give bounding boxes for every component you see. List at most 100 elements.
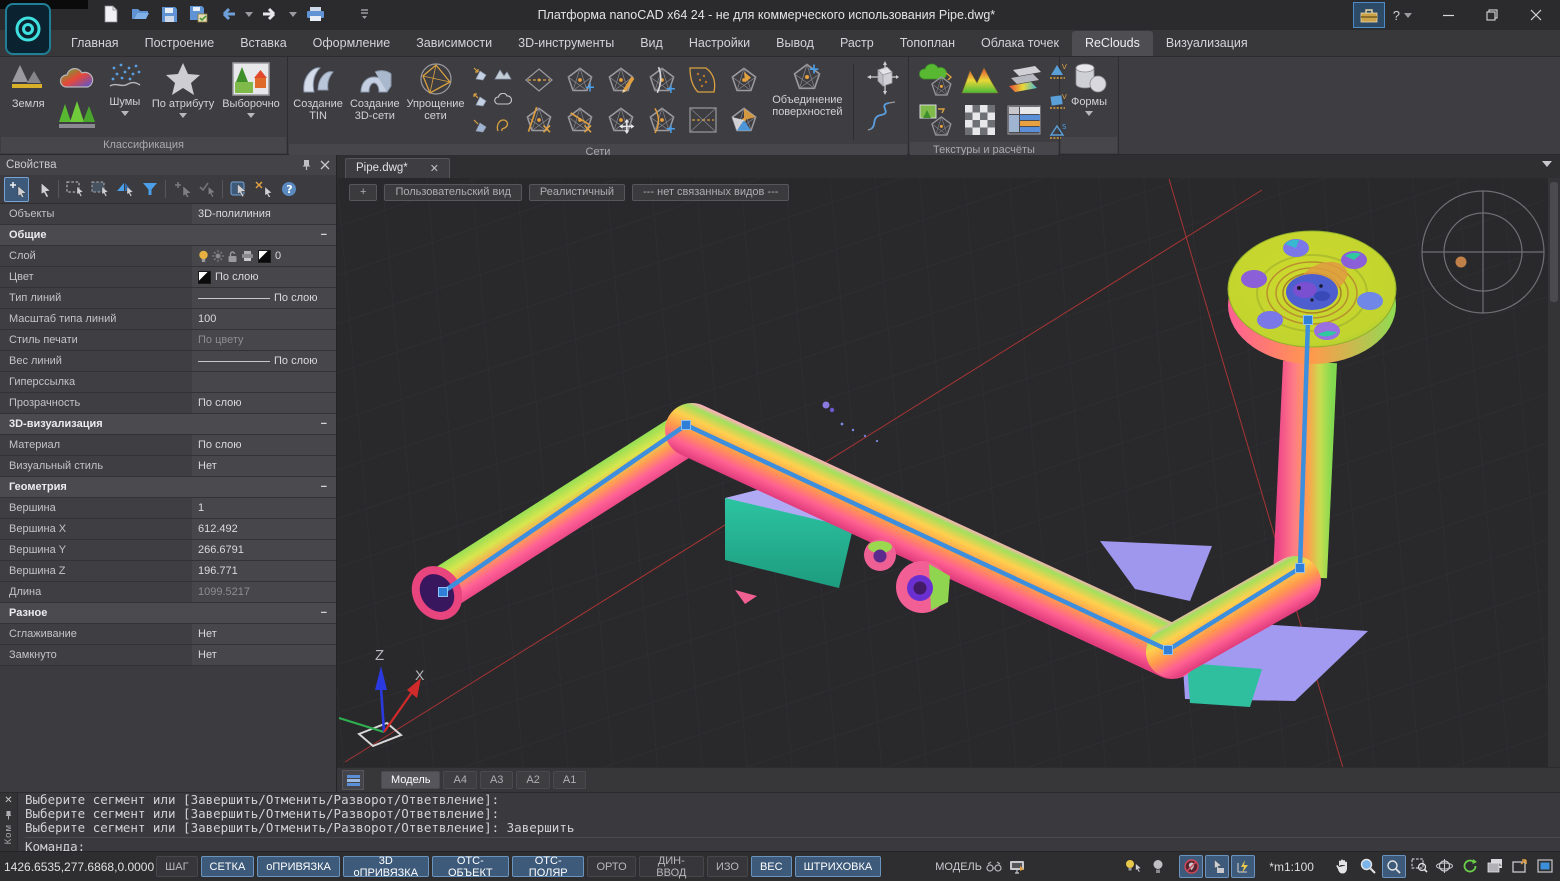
viewport-control-button[interactable]: --- нет связанных видов ---: [632, 184, 789, 201]
zoom-selection-button[interactable]: [1409, 855, 1431, 876]
property-value[interactable]: 0: [192, 246, 336, 266]
property-row[interactable]: Слой 0: [0, 246, 336, 267]
property-value[interactable]: Нет: [192, 645, 336, 665]
group-label-classification[interactable]: Классификация: [1, 137, 286, 153]
tab-list-chevron-icon[interactable]: [1542, 161, 1552, 167]
compass-orbit-dot[interactable]: [1456, 256, 1467, 267]
property-value[interactable]: 612.492: [192, 519, 336, 539]
ribbon-tab[interactable]: ReClouds: [1072, 31, 1153, 56]
layer-state-icons[interactable]: [198, 250, 254, 263]
property-row[interactable]: Гиперссылка: [0, 372, 336, 393]
volume-table-button[interactable]: [1002, 100, 1046, 140]
undo-button[interactable]: [216, 3, 238, 25]
status-toggle[interactable]: ШТРИХОВКА: [795, 856, 882, 877]
property-row[interactable]: Разное −: [0, 603, 336, 624]
mesh-insert-face-button[interactable]: +: [642, 100, 682, 139]
noise-button[interactable]: Шумы: [103, 60, 146, 116]
open-file-button[interactable]: [129, 3, 151, 25]
layout-tab[interactable]: A2: [516, 771, 549, 789]
property-row[interactable]: Сглаживание Нет: [0, 624, 336, 645]
quick-select-button[interactable]: [113, 178, 136, 201]
new-file-button[interactable]: [100, 3, 122, 25]
property-value[interactable]: 3D-полилиния: [192, 204, 336, 224]
mesh-edit-button[interactable]: [601, 60, 641, 99]
ribbon-tab[interactable]: Облака точек: [968, 31, 1072, 56]
layout-tab[interactable]: A3: [480, 771, 513, 789]
zoom-window-button[interactable]: [1382, 855, 1406, 878]
status-toggle[interactable]: ШАГ: [156, 856, 197, 877]
close-panel-button[interactable]: [320, 160, 330, 170]
property-row[interactable]: Вес линий По слою: [0, 351, 336, 372]
space-mode-label[interactable]: МОДЕЛЬ: [935, 861, 982, 873]
surface-peaks-button[interactable]: [492, 60, 514, 86]
ribbon-tab[interactable]: Растр: [827, 31, 887, 56]
mesh-move-vertex-button[interactable]: [601, 100, 641, 139]
property-row[interactable]: Объекты 3D-полилиния: [0, 204, 336, 225]
annotation-monitor-button[interactable]: [1007, 856, 1028, 877]
image-to-mesh-button[interactable]: [914, 100, 958, 140]
print-button[interactable]: [304, 3, 326, 25]
elevation-map-button[interactable]: [958, 60, 1002, 100]
cloud-to-mesh-button[interactable]: [914, 60, 958, 100]
nanocad-logo[interactable]: [5, 3, 51, 55]
scrollbar-thumb[interactable]: [1550, 182, 1558, 302]
select-crossing-button[interactable]: [88, 178, 111, 201]
property-row[interactable]: Прозрачность По слою: [0, 393, 336, 414]
status-toggle[interactable]: оПРИВЯЗКА: [257, 856, 340, 877]
shapes-button[interactable]: Формы: [1065, 60, 1113, 116]
property-value[interactable]: По слою: [192, 267, 336, 287]
ribbon-tab[interactable]: Построение: [132, 31, 228, 56]
property-value[interactable]: 1099.5217: [192, 582, 336, 602]
merge-surfaces-button[interactable]: + Объединение поверхностей: [769, 60, 847, 118]
property-value[interactable]: [192, 372, 336, 392]
apply-disabled-button[interactable]: [195, 178, 218, 201]
selection-filter-button[interactable]: [138, 178, 161, 201]
layout-list-button[interactable]: [342, 770, 364, 790]
earth-button[interactable]: Земля: [5, 60, 51, 110]
command-close-icon[interactable]: ✕: [4, 796, 12, 806]
annotation-scale[interactable]: *m1:100: [1269, 860, 1314, 874]
restore-button[interactable]: [1470, 1, 1514, 29]
ribbon-tab[interactable]: Зависимости: [403, 31, 505, 56]
ribbon-tab[interactable]: Оформление: [300, 31, 404, 56]
select-button[interactable]: [31, 178, 54, 201]
section-collapse-toggle[interactable]: −: [321, 225, 336, 245]
property-row[interactable]: 3D-визуализация −: [0, 414, 336, 435]
add-selected-disabled-button[interactable]: [170, 178, 193, 201]
ribbon-tab[interactable]: Визуализация: [1153, 31, 1261, 56]
by-attribute-button[interactable]: По атрибуту: [151, 60, 215, 118]
checker-texture-button[interactable]: [958, 100, 1002, 140]
property-value[interactable]: 1: [192, 498, 336, 518]
mesh-3d-move-button[interactable]: [861, 60, 903, 96]
mesh-delete-face-button[interactable]: ×: [560, 100, 600, 139]
ribbon-tab[interactable]: Топоплан: [887, 31, 968, 56]
selective-button[interactable]: Выборочно: [220, 60, 282, 118]
quick-polyline-button[interactable]: [1231, 855, 1255, 878]
property-value[interactable]: 266.6791: [192, 540, 336, 560]
status-toggle[interactable]: ДИН-ВВОД: [639, 856, 704, 877]
property-row[interactable]: Масштаб типа линий 100: [0, 309, 336, 330]
property-row[interactable]: Общие −: [0, 225, 336, 246]
ribbon-tab[interactable]: Главная: [58, 31, 132, 56]
property-value[interactable]: Нет: [192, 456, 336, 476]
vegetation-button[interactable]: [56, 98, 98, 134]
section-collapse-toggle[interactable]: −: [321, 414, 336, 434]
viewport-control-button[interactable]: Реалистичный: [529, 184, 625, 201]
mesh-add-break-line-button[interactable]: +: [642, 60, 682, 99]
pan-button[interactable]: [1332, 855, 1354, 876]
ribbon-tab[interactable]: Вид: [627, 31, 676, 56]
property-row[interactable]: Вершина Y 266.6791: [0, 540, 336, 561]
mesh-add-vertex-button[interactable]: +: [560, 60, 600, 99]
property-value[interactable]: По слою: [192, 393, 336, 413]
mesh-section-button[interactable]: [519, 60, 559, 99]
redo-button[interactable]: [260, 3, 282, 25]
ribbon-tab[interactable]: Вставка: [227, 31, 299, 56]
pipe-flange[interactable]: [1228, 231, 1396, 364]
group-label-shapes[interactable]: [1061, 137, 1117, 153]
property-row[interactable]: Замкнуто Нет: [0, 645, 336, 666]
model-viewport[interactable]: + Пользовательский вид Реалистичный --- …: [337, 178, 1560, 767]
status-toggle[interactable]: ОТС-ОБЪЕКТ: [432, 856, 509, 877]
property-value[interactable]: По слою: [192, 288, 336, 308]
mesh-paint-button[interactable]: [724, 100, 764, 139]
3d-scene[interactable]: Z X: [337, 178, 1548, 767]
